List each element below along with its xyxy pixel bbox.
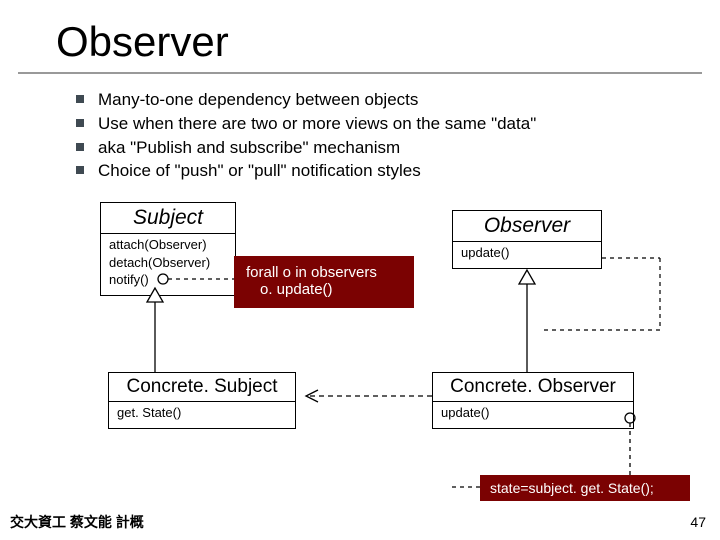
uml-class-ops: update() xyxy=(453,242,601,268)
uml-note-line: o. update() xyxy=(246,281,402,298)
uml-class-concrete-subject: Concrete. Subject get. State() xyxy=(108,372,296,429)
uml-class-title: Concrete. Subject xyxy=(109,373,295,402)
uml-note-state: state=subject. get. State(); xyxy=(480,475,690,501)
uml-connectors xyxy=(0,0,720,540)
title-rule xyxy=(18,72,702,74)
uml-op: update() xyxy=(461,244,593,262)
bullet-item: Use when there are two or more views on … xyxy=(76,112,720,136)
uml-class-title: Observer xyxy=(453,211,601,242)
uml-class-title: Concrete. Observer xyxy=(433,373,633,402)
uml-op: get. State() xyxy=(117,404,287,422)
bullet-item: aka "Publish and subscribe" mechanism xyxy=(76,136,720,160)
uml-op: notify() xyxy=(109,271,227,289)
uml-note-text: state=subject. get. State(); xyxy=(490,480,654,496)
uml-class-ops: update() xyxy=(433,402,633,428)
uml-class-subject: Subject attach(Observer) detach(Observer… xyxy=(100,202,236,296)
bullet-list: Many-to-one dependency between objects U… xyxy=(0,88,720,183)
page-number: 47 xyxy=(690,514,706,530)
uml-class-observer: Observer update() xyxy=(452,210,602,269)
uml-note-line: forall o in observers xyxy=(246,264,402,281)
uml-diagram: Subject attach(Observer) detach(Observer… xyxy=(0,0,720,540)
uml-class-ops: get. State() xyxy=(109,402,295,428)
bullet-item: Many-to-one dependency between objects xyxy=(76,88,720,112)
uml-note-notify: forall o in observers o. update() xyxy=(234,256,414,308)
uml-op: update() xyxy=(441,404,625,422)
uml-class-ops: attach(Observer) detach(Observer) notify… xyxy=(101,234,235,295)
page-title: Observer xyxy=(0,0,720,72)
bullet-item: Choice of "push" or "pull" notification … xyxy=(76,159,720,183)
footer-credit: 交大資工 蔡文能 計概 xyxy=(10,512,144,532)
uml-class-title: Subject xyxy=(101,203,235,234)
uml-op: attach(Observer) xyxy=(109,236,227,254)
uml-class-concrete-observer: Concrete. Observer update() xyxy=(432,372,634,429)
uml-op: detach(Observer) xyxy=(109,254,227,272)
